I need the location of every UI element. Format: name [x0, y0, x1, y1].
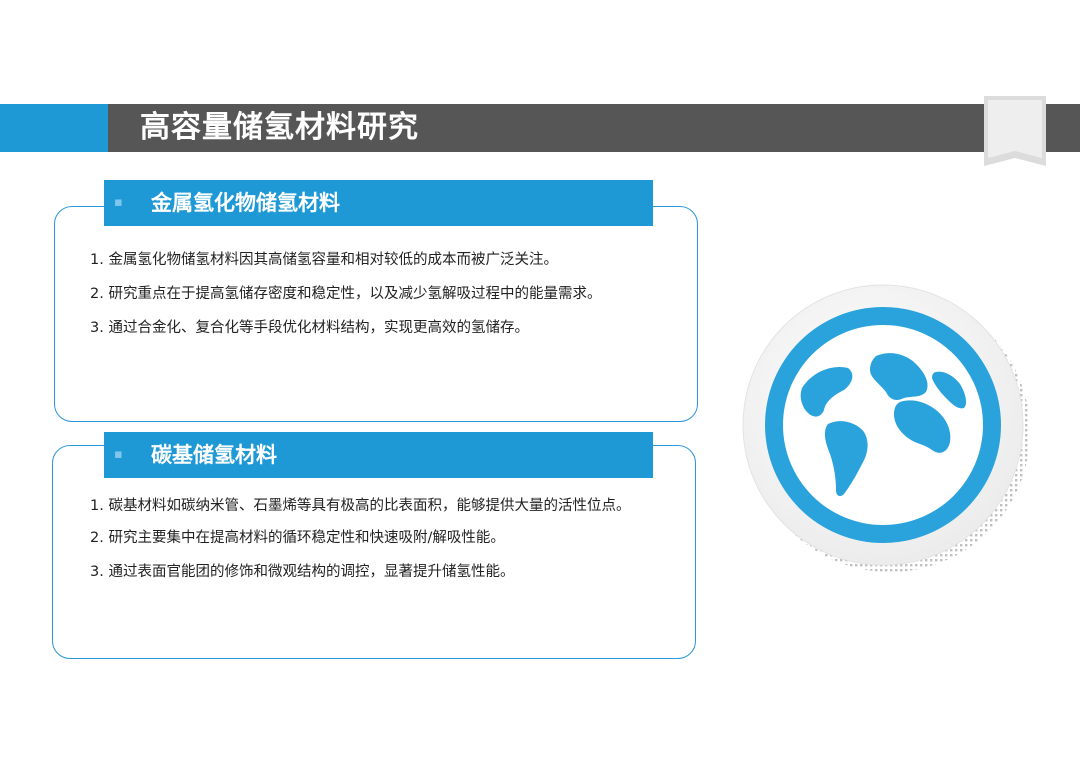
list-item: 3. 通过表面官能团的修饰和微观结构的调控，显著提升储氢性能。 — [90, 564, 515, 580]
globe-icon — [742, 284, 1030, 572]
bookmark-icon — [984, 96, 1046, 166]
list-item: 2. 研究重点在于提高氢储存密度和稳定性，以及减少氢解吸过程中的能量需求。 — [90, 286, 602, 302]
section-title: 金属氢化物储氢材料 — [151, 191, 340, 215]
page-title: 高容量储氢材料研究 — [140, 110, 419, 145]
list-item: 1. 碳基材料如碳纳米管、石墨烯等具有极高的比表面积，能够提供大量的活性位点。 — [90, 498, 631, 514]
section-title: 碳基储氢材料 — [151, 443, 277, 467]
list-item: 2. 研究主要集中在提高材料的循环稳定性和快速吸附/解吸性能。 — [90, 530, 505, 546]
list-item: 1. 金属氢化物储氢材料因其高储氢容量和相对较低的成本而被广泛关注。 — [90, 252, 558, 268]
title-accent — [0, 104, 108, 152]
section-header-metal-hydride: ▪ 金属氢化物储氢材料 — [104, 180, 653, 226]
section-item-list: 1. 金属氢化物储氢材料因其高储氢容量和相对较低的成本而被广泛关注。 2. 研究… — [90, 250, 601, 352]
bullet-icon: ▪ — [114, 195, 123, 210]
bullet-icon: ▪ — [114, 447, 123, 462]
section-item-list: 1. 碳基材料如碳纳米管、石墨烯等具有极高的比表面积，能够提供大量的活性位点。 … — [90, 494, 670, 596]
list-item: 3. 通过合金化、复合化等手段优化材料结构，实现更高效的氢储存。 — [90, 320, 529, 336]
section-header-carbon: ▪ 碳基储氢材料 — [104, 432, 653, 478]
